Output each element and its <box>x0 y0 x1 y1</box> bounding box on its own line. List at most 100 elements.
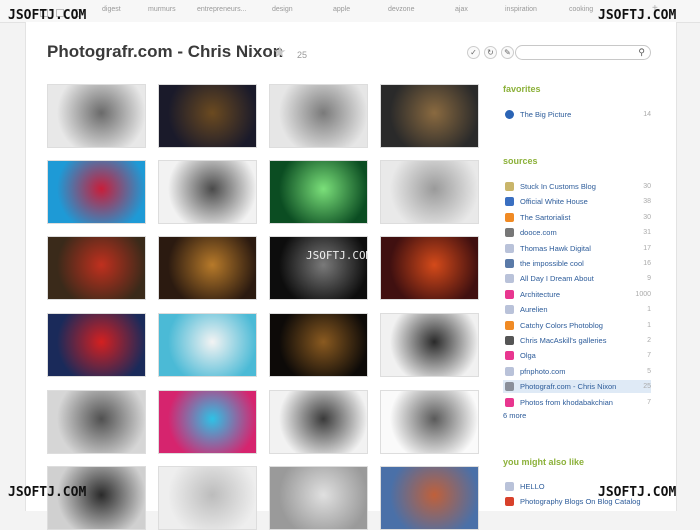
source-count: 38 <box>643 198 651 206</box>
photo-thumbnail[interactable] <box>47 236 146 300</box>
photo-thumbnail[interactable] <box>380 160 479 224</box>
source-item[interactable]: Catchy Colors Photoblog 1 <box>503 319 651 332</box>
source-item[interactable]: dooce.com 31 <box>503 226 651 239</box>
photo-thumbnail[interactable] <box>380 84 479 148</box>
feed-icon <box>505 182 514 191</box>
source-label: dooce.com <box>520 228 557 238</box>
search-input[interactable] <box>522 50 632 63</box>
nav-item[interactable]: entrepreneurs... <box>197 6 246 13</box>
source-count: 1 <box>647 321 651 329</box>
source-item[interactable]: the impossible cool 16 <box>503 257 651 270</box>
photo-thumbnail[interactable] <box>380 236 479 300</box>
feed-icon <box>505 366 514 376</box>
source-count: 5 <box>647 367 651 375</box>
source-count: 16 <box>643 260 651 267</box>
source-label: Photografr.com - Chris Nixon <box>520 382 617 392</box>
watermark: JSOFTJ.COM <box>598 8 677 23</box>
feed-icon <box>505 212 514 222</box>
source-label: Architecture <box>520 289 561 299</box>
source-label: Olga <box>520 351 536 361</box>
photo-thumbnail[interactable] <box>269 236 368 300</box>
photo-thumbnail[interactable] <box>158 466 257 530</box>
star-icon[interactable]: ★ <box>273 43 286 61</box>
refresh-button[interactable]: ↻ <box>484 46 497 59</box>
photo-thumbnail[interactable] <box>158 390 257 454</box>
more-sources-link[interactable]: 6 more <box>503 411 526 420</box>
photo-thumbnail[interactable] <box>158 160 257 224</box>
watermark: JSOFTJ.COM <box>598 485 677 500</box>
source-item[interactable]: pfnphoto.com 5 <box>503 365 651 378</box>
nav-item[interactable]: cooking <box>569 6 593 13</box>
source-label: All Day I Dream About <box>520 274 594 284</box>
feed-icon <box>505 228 514 238</box>
source-label: Photos from khodabakchian <box>520 397 613 407</box>
photo-thumbnail[interactable] <box>269 466 368 530</box>
watermark: JSOFTJ.COM <box>8 485 87 500</box>
feed-icon <box>505 274 514 284</box>
watermark: JSOFTJ.COM <box>8 8 87 23</box>
photo-thumbnail[interactable] <box>269 84 368 148</box>
source-count: 17 <box>643 244 651 252</box>
photo-thumbnail[interactable] <box>158 313 257 377</box>
source-item[interactable]: Photografr.com - Chris Nixon 25 <box>503 380 651 394</box>
photo-thumbnail[interactable] <box>380 466 479 530</box>
nav-item[interactable]: design <box>272 6 293 13</box>
feed-icon <box>505 197 514 207</box>
nav-item[interactable]: inspiration <box>505 6 537 13</box>
source-item[interactable]: Architecture 1000 <box>503 288 651 301</box>
feed-icon <box>505 305 514 315</box>
photo-thumbnail[interactable] <box>47 160 146 224</box>
source-item[interactable]: Olga 7 <box>503 349 651 362</box>
item-count: 25 <box>297 50 308 60</box>
nav-item[interactable]: murmurs <box>148 6 176 13</box>
feed-icon <box>505 336 514 345</box>
photo-thumbnail[interactable] <box>380 313 479 377</box>
photo-thumbnail[interactable] <box>47 390 146 454</box>
top-navigation-bar: digest murmurs entrepreneurs... design a… <box>0 0 700 23</box>
feed-icon <box>505 382 514 392</box>
sources-heading: sources <box>503 156 538 166</box>
photo-thumbnail[interactable] <box>380 390 479 454</box>
photo-thumbnail[interactable] <box>47 313 146 377</box>
source-label: Thomas Hawk Digital <box>520 243 591 253</box>
source-item[interactable]: Chris MacAskill's galleries 2 <box>503 334 651 347</box>
source-label: the impossible cool <box>520 259 584 268</box>
source-item[interactable]: Stuck In Customs Blog 30 <box>503 180 651 193</box>
source-count: 9 <box>647 275 651 283</box>
photo-thumbnail[interactable] <box>47 84 146 148</box>
source-label: pfnphoto.com <box>520 366 566 376</box>
feed-icon <box>505 110 514 119</box>
source-count: 30 <box>643 183 651 190</box>
nav-item[interactable]: digest <box>102 6 121 13</box>
page-title: Photografr.com - Chris Nixon <box>47 42 284 61</box>
source-item[interactable]: All Day I Dream About 9 <box>503 272 651 285</box>
mark-read-button[interactable]: ✓ <box>467 46 480 59</box>
photo-thumbnail[interactable] <box>158 236 257 300</box>
favorite-item[interactable]: The Big Picture 14 <box>503 108 651 121</box>
source-count: 30 <box>643 213 651 221</box>
source-count: 2 <box>647 337 651 344</box>
source-label: Catchy Colors Photoblog <box>520 320 603 330</box>
source-item[interactable]: Official White House 38 <box>503 195 651 208</box>
source-count: 25 <box>643 383 651 391</box>
suggestions-heading: you might also like <box>503 457 585 467</box>
source-count: 31 <box>643 229 651 237</box>
photo-thumbnail[interactable] <box>269 313 368 377</box>
search-icon[interactable]: ⚲ <box>638 47 645 58</box>
source-count: 7 <box>647 398 651 406</box>
nav-item[interactable]: devzone <box>388 6 414 13</box>
photo-thumbnail[interactable] <box>269 160 368 224</box>
source-label: Stuck In Customs Blog <box>520 182 596 191</box>
watermark: JSOFTJ.COM <box>306 249 373 262</box>
feed-icon <box>505 351 514 361</box>
source-label: The Sartorialist <box>520 212 571 222</box>
source-item[interactable]: Aurelien 1 <box>503 303 651 316</box>
nav-item[interactable]: apple <box>333 6 350 13</box>
source-item[interactable]: Photos from khodabakchian 7 <box>503 396 651 409</box>
photo-thumbnail[interactable] <box>269 390 368 454</box>
edit-button[interactable]: ✎ <box>501 46 514 59</box>
source-item[interactable]: The Sartorialist 30 <box>503 211 651 224</box>
nav-item[interactable]: ajax <box>455 6 468 13</box>
photo-thumbnail[interactable] <box>158 84 257 148</box>
source-item[interactable]: Thomas Hawk Digital 17 <box>503 242 651 255</box>
